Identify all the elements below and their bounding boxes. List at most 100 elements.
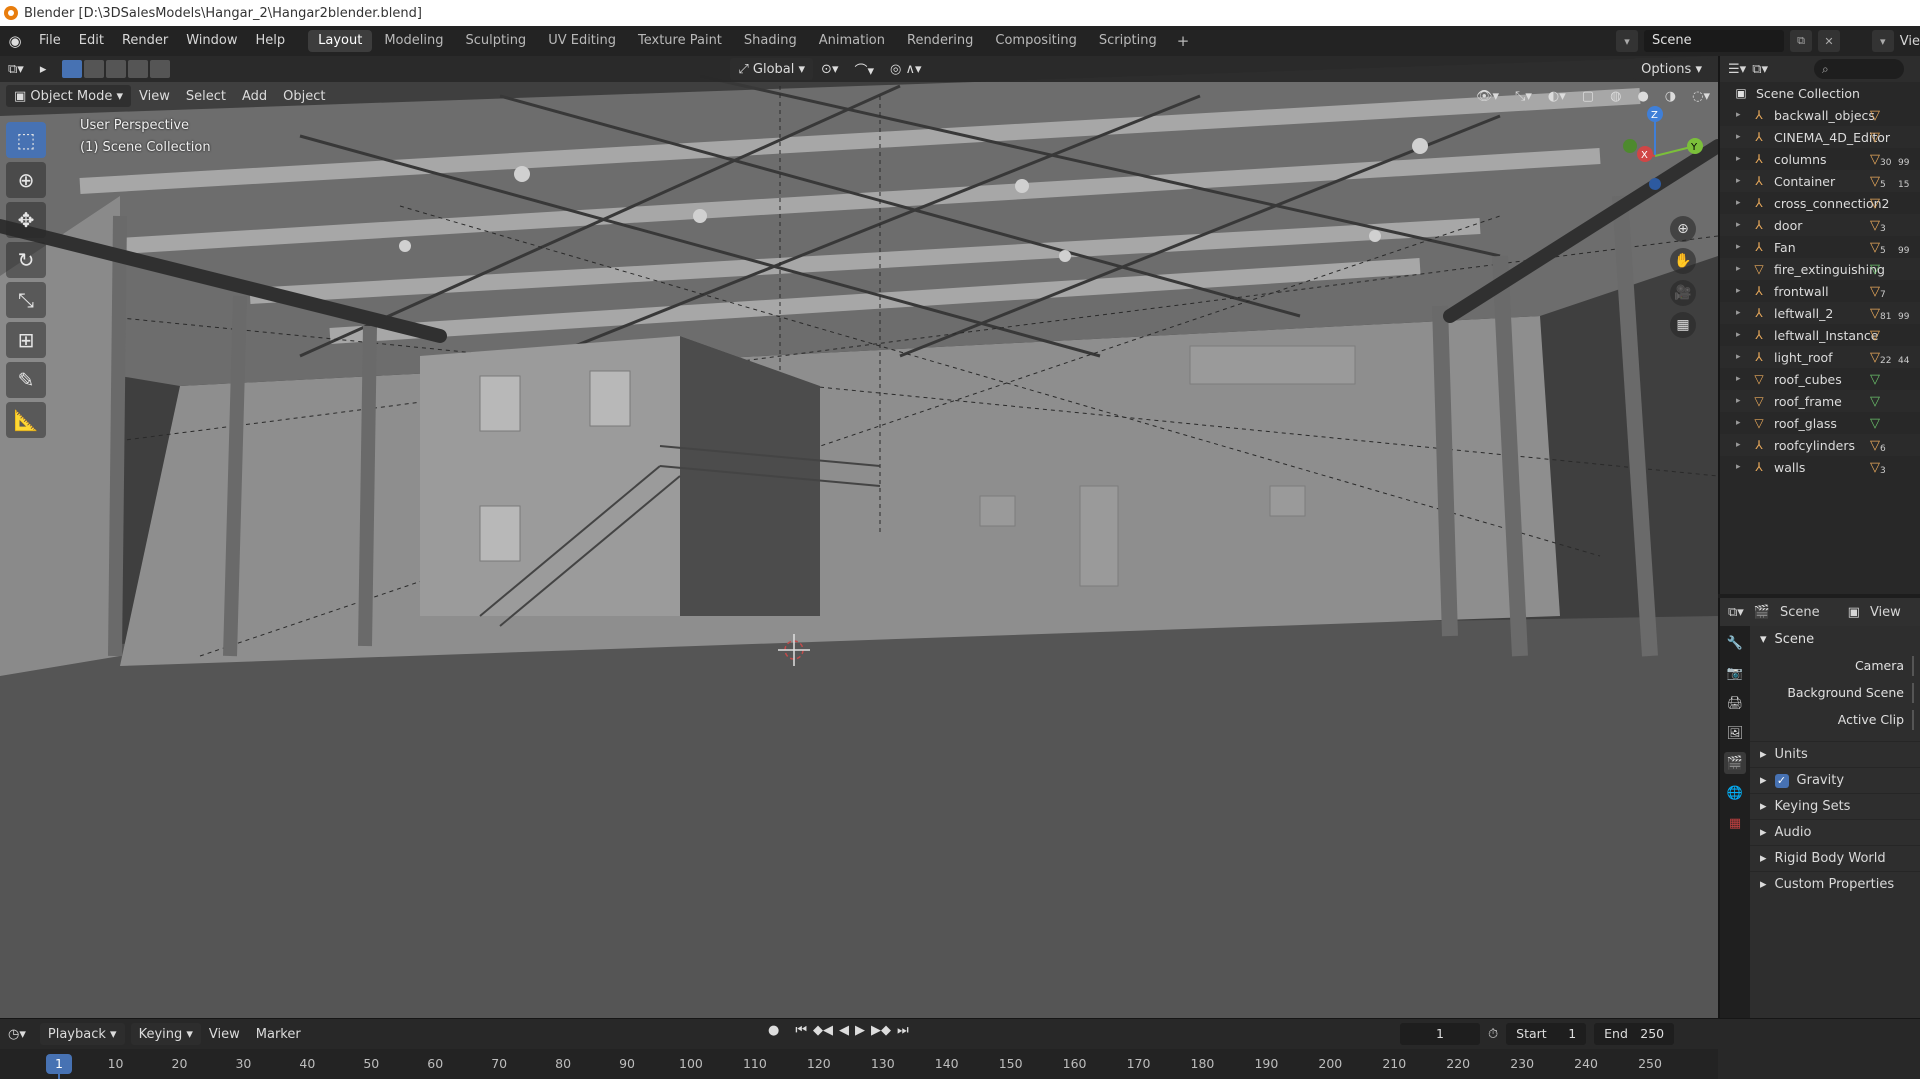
child-objects-icon[interactable]: ▽ bbox=[1870, 438, 1880, 453]
expand-arrow-icon[interactable]: ▸ bbox=[1736, 418, 1746, 428]
keying-menu[interactable]: Keying ▾ bbox=[130, 1023, 201, 1045]
outliner-item[interactable]: ▸ ▽ roof_glass ▽ bbox=[1720, 412, 1920, 434]
frame-ruler[interactable]: 1 10 20 30 40 50 60 70 80 90 100 110 120 130 140 150 16… bbox=[0, 1049, 1718, 1079]
cursor-tool-icon[interactable]: ⊕ bbox=[6, 162, 46, 198]
outliner-editor-type-icon[interactable]: ☰▾ bbox=[1728, 62, 1746, 77]
record-icon[interactable]: ● bbox=[768, 1023, 779, 1038]
expand-arrow-icon[interactable]: ▸ bbox=[1736, 440, 1746, 450]
output-tab-icon[interactable]: 🖨 bbox=[1724, 692, 1746, 714]
outliner-item[interactable]: ▸ ▽ roof_cubes ▽ bbox=[1720, 368, 1920, 390]
outliner-item[interactable]: ▸ ⅄ light_roof ▽ 22 44 bbox=[1720, 346, 1920, 368]
outliner-item[interactable]: ▸ ⅄ door ▽ 3 bbox=[1720, 214, 1920, 236]
outliner-search-icon[interactable]: ⌕ bbox=[1814, 59, 1904, 79]
annotate-tool-icon[interactable]: ✎ bbox=[6, 362, 46, 398]
end-frame-field[interactable]: End 250 bbox=[1594, 1023, 1675, 1045]
delete-scene-icon[interactable]: ✕ bbox=[1818, 30, 1840, 52]
outliner-item[interactable]: ▸ ⅄ Fan ▽ 5 99 bbox=[1720, 236, 1920, 258]
child-objects-icon[interactable]: ▽ bbox=[1870, 152, 1880, 167]
mesh-data-icon[interactable]: ▽ bbox=[1870, 394, 1880, 409]
scene-collection-row[interactable]: ▣ Scene Collection bbox=[1720, 82, 1920, 104]
outliner-item[interactable]: ▸ ⅄ walls ▽ 3 bbox=[1720, 456, 1920, 478]
xray-icon[interactable]: ▢ bbox=[1574, 85, 1602, 107]
current-frame-indicator[interactable]: 1 bbox=[46, 1054, 72, 1074]
move-tool-icon[interactable]: ✥ bbox=[6, 202, 46, 238]
select-intersect-icon[interactable] bbox=[150, 60, 171, 78]
play-icon[interactable]: ▶ bbox=[855, 1023, 865, 1038]
custom-properties-panel[interactable]: ▸ Custom Properties bbox=[1750, 871, 1920, 897]
mesh-data-icon[interactable]: ▽ bbox=[1870, 372, 1880, 387]
add-workspace-icon[interactable]: + bbox=[1169, 32, 1198, 50]
outliner-item[interactable]: ▸ ▽ fire_extinguishing ▽ bbox=[1720, 258, 1920, 280]
child-objects-icon[interactable]: ▽ bbox=[1870, 130, 1880, 145]
properties-view-label[interactable]: View bbox=[1870, 605, 1901, 620]
pan-hand-icon[interactable]: ✋ bbox=[1670, 248, 1696, 274]
expand-arrow-icon[interactable]: ▸ bbox=[1736, 220, 1746, 230]
tab-layout[interactable]: Layout bbox=[308, 30, 373, 52]
tab-texture-paint[interactable]: Texture Paint bbox=[628, 30, 732, 52]
expand-arrow-icon[interactable]: ▸ bbox=[1736, 352, 1746, 362]
jump-start-icon[interactable]: ⏮ bbox=[795, 1023, 807, 1038]
scale-tool-icon[interactable]: ⤡ bbox=[6, 282, 46, 318]
properties-editor-type-icon[interactable]: ⧉▾ bbox=[1728, 605, 1744, 620]
background-scene-field[interactable]: Background Scene bbox=[1750, 679, 1920, 706]
keying-sets-panel[interactable]: ▸ Keying Sets bbox=[1750, 793, 1920, 819]
expand-arrow-icon[interactable]: ▸ bbox=[1736, 110, 1746, 120]
expand-arrow-icon[interactable]: ▸ bbox=[1736, 286, 1746, 296]
zoom-icon[interactable]: ⊕ bbox=[1670, 216, 1696, 242]
mesh-data-icon[interactable]: ▽ bbox=[1870, 262, 1880, 277]
start-frame-field[interactable]: Start 1 bbox=[1506, 1023, 1587, 1045]
child-objects-icon[interactable]: ▽ bbox=[1870, 174, 1880, 189]
expand-arrow-icon[interactable]: ▸ bbox=[1736, 176, 1746, 186]
tab-rendering[interactable]: Rendering bbox=[897, 30, 983, 52]
visibility-icon[interactable]: 👁▾ bbox=[1468, 85, 1507, 107]
child-objects-icon[interactable]: ▽ bbox=[1870, 306, 1880, 321]
ortho-grid-icon[interactable]: ▦ bbox=[1670, 312, 1696, 338]
current-frame-field[interactable]: 1 bbox=[1400, 1023, 1480, 1045]
outliner-item[interactable]: ▸ ⅄ Container ▽ 5 15 bbox=[1720, 170, 1920, 192]
scene-tab-icon[interactable]: 🎬 bbox=[1724, 752, 1746, 774]
child-objects-icon[interactable]: ▽ bbox=[1870, 350, 1880, 365]
tab-uv-editing[interactable]: UV Editing bbox=[538, 30, 626, 52]
menu-edit[interactable]: Edit bbox=[70, 26, 113, 56]
camera-view-icon[interactable]: 🎥 bbox=[1670, 280, 1696, 306]
outliner-item[interactable]: ▸ ⅄ roofcylinders ▽ 6 bbox=[1720, 434, 1920, 456]
axis-gizmo[interactable]: Z Y X bbox=[1600, 96, 1710, 206]
menu-select[interactable]: Select bbox=[178, 85, 234, 107]
expand-arrow-icon[interactable]: ▸ bbox=[1736, 462, 1746, 472]
3d-viewport[interactable]: ⧉▾ ▸ ⤢ Global ▾ ⊙▾ ⌒▾ ◎ ∧▾ Options ▾ ▣ O… bbox=[0, 56, 1718, 1018]
timeline-view-menu[interactable]: View bbox=[201, 1023, 248, 1045]
child-objects-icon[interactable]: ▽ bbox=[1870, 328, 1880, 343]
tab-scripting[interactable]: Scripting bbox=[1089, 30, 1167, 52]
menu-window[interactable]: Window bbox=[177, 26, 246, 56]
select-subtract-icon[interactable] bbox=[106, 60, 127, 78]
audio-panel[interactable]: ▸ Audio bbox=[1750, 819, 1920, 845]
proportional-edit-icon[interactable]: ◎ ∧▾ bbox=[882, 58, 930, 80]
rigid-body-world-panel[interactable]: ▸ Rigid Body World bbox=[1750, 845, 1920, 871]
menu-render[interactable]: Render bbox=[113, 26, 177, 56]
blender-menu-icon[interactable]: ◉ bbox=[0, 32, 30, 50]
new-scene-icon[interactable]: ⧉ bbox=[1790, 30, 1812, 52]
expand-arrow-icon[interactable]: ▸ bbox=[1736, 154, 1746, 164]
camera-field[interactable]: Camera bbox=[1750, 652, 1920, 679]
expand-arrow-icon[interactable]: ▸ bbox=[1736, 330, 1746, 340]
render-tab-icon[interactable]: 📷 bbox=[1724, 662, 1746, 684]
select-invert-icon[interactable] bbox=[128, 60, 149, 78]
outliner-item[interactable]: ▸ ⅄ frontwall ▽ 7 bbox=[1720, 280, 1920, 302]
pivot-point-icon[interactable]: ⊙▾ bbox=[813, 58, 846, 80]
timeline-editor-type-icon[interactable]: ◷▾ bbox=[0, 1023, 34, 1045]
menu-add[interactable]: Add bbox=[234, 85, 275, 107]
expand-arrow-icon[interactable]: ▸ bbox=[1736, 374, 1746, 384]
tab-shading[interactable]: Shading bbox=[734, 30, 807, 52]
view-layer-name[interactable]: Vie bbox=[1900, 34, 1920, 49]
child-objects-icon[interactable]: ▽ bbox=[1870, 108, 1880, 123]
playback-menu[interactable]: Playback ▾ bbox=[39, 1023, 125, 1045]
expand-arrow-icon[interactable]: ▸ bbox=[1736, 396, 1746, 406]
outliner-item[interactable]: ▸ ⅄ leftwall_Instance ▽ bbox=[1720, 324, 1920, 346]
mesh-data-icon[interactable]: ▽ bbox=[1870, 416, 1880, 431]
options-dropdown[interactable]: Options ▾ bbox=[1633, 58, 1710, 80]
rotate-tool-icon[interactable]: ↻ bbox=[6, 242, 46, 278]
prev-keyframe-icon[interactable]: ◆◀ bbox=[813, 1023, 833, 1038]
outliner-item[interactable]: ▸ ⅄ leftwall_2 ▽ 81 99 bbox=[1720, 302, 1920, 324]
gravity-checkbox[interactable]: ✓ bbox=[1774, 773, 1789, 788]
select-new-icon[interactable] bbox=[62, 60, 83, 78]
